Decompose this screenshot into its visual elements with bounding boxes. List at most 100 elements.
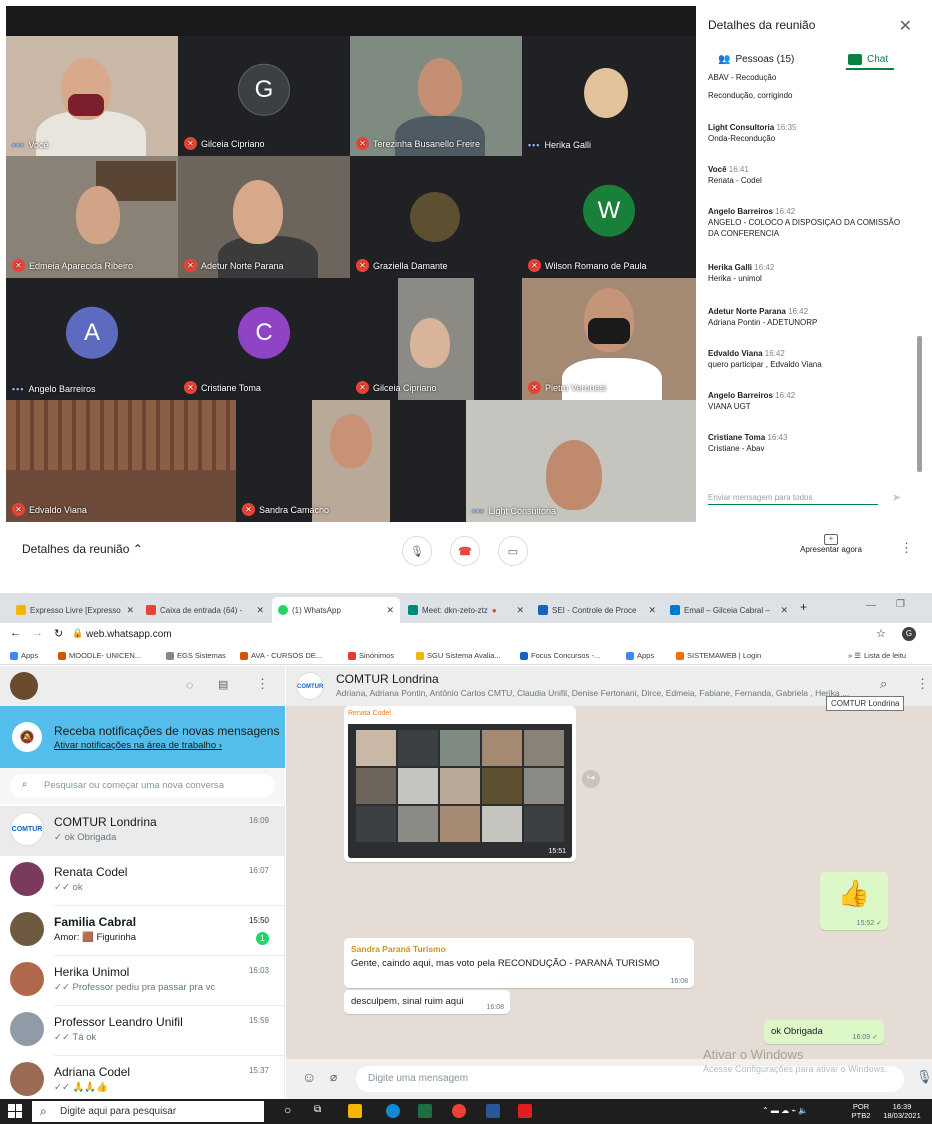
video-tile[interactable]: ✕ Sandra Camacho (236, 400, 466, 522)
cortana-icon[interactable]: ○ (284, 1103, 291, 1117)
browser-tab[interactable]: Expresso Livre [Expresso ✕ (10, 597, 140, 623)
back-icon[interactable]: ← (10, 627, 21, 639)
hangup-button[interactable]: ☎ (450, 536, 480, 566)
close-tab-icon[interactable]: ✕ (386, 605, 394, 616)
bookmark-item[interactable]: Focus Concursos -... (520, 651, 600, 660)
system-tray-icons[interactable]: ⌃ ▬ ☁ ⌁ 🔈 (762, 1106, 808, 1115)
image-message[interactable]: Renata Codel 15:51 (344, 706, 576, 862)
list-item[interactable]: Professor Leandro Unifil ✓✓ Tá ok 15:59 (0, 1006, 285, 1056)
browser-tab[interactable]: (1) WhatsApp ✕ (272, 597, 400, 623)
video-tile[interactable]: ••• Light Consultoria (466, 400, 696, 522)
clock[interactable]: POR PTB2 16:39 18/03/2021 (852, 1102, 926, 1120)
video-tile[interactable]: W ✕ Wilson Romano de Paula (522, 156, 696, 278)
new-tab-button[interactable]: + (800, 600, 807, 614)
bookmark-item[interactable]: Sinónimos (348, 651, 394, 660)
more-options-icon[interactable]: ⋮ (900, 540, 913, 556)
group-avatar: COMTUR (296, 672, 324, 700)
new-chat-icon[interactable]: ▤ (218, 678, 228, 691)
send-icon[interactable]: ➤ (892, 491, 901, 504)
video-tile[interactable]: ✕ Graziella Damante (350, 156, 522, 278)
forward-icon[interactable]: ↪ (582, 770, 600, 788)
search-input[interactable]: ⌕ Pesquisar ou começar uma nova conversa (10, 774, 275, 798)
list-item[interactable]: Herika Unimol ✓✓ Professor pediu pra pass… (0, 956, 285, 1006)
close-tab-icon[interactable]: ✕ (256, 605, 264, 616)
video-tile[interactable]: ✕ Edmeia Aparecida Ribeiro (6, 156, 178, 278)
search-icon[interactable]: ⌕ (880, 676, 887, 692)
notification-banner[interactable]: 🔕 Receba notificações de novas mensagens… (0, 706, 285, 768)
bookmark-item[interactable]: Apps (10, 651, 38, 660)
minimize-icon[interactable]: — (866, 600, 876, 611)
edge-icon[interactable] (386, 1104, 400, 1118)
emoji-icon[interactable]: ☺ (302, 1069, 316, 1085)
notif-link[interactable]: Ativar notificações na área de trabalho … (54, 740, 222, 751)
close-tab-icon[interactable]: ✕ (516, 605, 524, 616)
url-field[interactable]: web.whatsapp.com (86, 629, 172, 640)
video-tile[interactable]: ✕ Edvaldo Viana (6, 400, 236, 522)
forward-icon[interactable]: → (32, 627, 43, 639)
incoming-message[interactable]: desculpem, sinal ruim aqui 16:08 (344, 990, 510, 1014)
browser-tab[interactable]: SEI - Controle de Proce ✕ (532, 597, 662, 623)
video-tile[interactable]: A ••• Angelo Barreiros (6, 278, 178, 400)
bookmark-item[interactable]: SISTEMAWEB | Login (676, 651, 761, 660)
windows-start-icon[interactable] (8, 1104, 22, 1118)
close-icon[interactable]: ✕ (899, 16, 912, 36)
send-message-input[interactable]: Enviar mensagem para todos (708, 493, 878, 505)
acrobat-icon[interactable] (518, 1104, 532, 1118)
attach-icon[interactable]: ⌀ (330, 1070, 337, 1084)
taskbar-search[interactable]: ⌕ Digite aqui para pesquisar (32, 1101, 264, 1122)
message-time: 16:08 (670, 978, 688, 985)
bookmark-item[interactable]: AVA - CURSOS DE... (240, 651, 322, 660)
video-tile[interactable]: G ✕ Gilceia Cipriano (178, 36, 350, 156)
bookmark-item[interactable]: SGU Sistema Avalia... (416, 651, 501, 660)
close-tab-icon[interactable]: ✕ (648, 605, 656, 616)
video-tile[interactable]: ✕ Adetur Norte Parana (178, 156, 350, 278)
avatar[interactable] (10, 672, 38, 700)
chat-time: 16:42 (764, 349, 785, 358)
outgoing-message[interactable]: ok Obrigada 16:09 ✓ (764, 1020, 884, 1044)
task-view-icon[interactable]: ⧉ (314, 1104, 321, 1115)
tab-chat[interactable]: Chat (848, 54, 888, 65)
list-item[interactable]: Familia Cabral Amor: 🟫 Figurinha 15:50 1 (0, 906, 285, 956)
tooltip: COMTUR Londrina (826, 696, 905, 711)
status-icon[interactable]: ◌ (186, 678, 193, 692)
video-tile[interactable]: ✕ Terezinha Busanello Freire (350, 36, 522, 156)
chat-icon (848, 54, 862, 65)
word-icon[interactable] (486, 1104, 500, 1118)
reading-list[interactable]: » ☰ Lista de leitu (848, 651, 906, 660)
menu-icon[interactable]: ⋮ (256, 676, 269, 692)
bookmark-item[interactable]: Apps (626, 651, 654, 660)
video-tile[interactable]: ••• Herika Galli (522, 36, 696, 156)
restore-icon[interactable]: ❐ (896, 599, 905, 610)
camera-button[interactable]: ▭ (498, 536, 528, 566)
browser-tab[interactable]: Meet: dkn-zeto-ztz ● ✕ (402, 597, 530, 623)
scrollbar[interactable] (917, 336, 922, 472)
bookmark-item[interactable]: MOODLE- UNICEN... (58, 651, 141, 660)
video-tile[interactable]: C ✕ Cristiane Toma (178, 278, 350, 400)
whatsapp-icon (278, 605, 288, 615)
browser-tab[interactable]: Caixa de entrada (64) - ✕ (140, 597, 270, 623)
incoming-message[interactable]: Sandra Paraná Turismo Gente, caindo aqui… (344, 938, 694, 988)
recording-icon: ● (491, 605, 497, 615)
video-tile[interactable]: ✕ Pietro Veronesi (522, 278, 696, 400)
present-now-button[interactable]: + Apresentar agora (796, 534, 866, 554)
profile-avatar[interactable]: G (902, 627, 916, 641)
meeting-details-button[interactable]: Detalhes da reunião ⌃ (22, 542, 143, 556)
star-icon[interactable]: ☆ (876, 627, 886, 640)
browser-tab[interactable]: Email – Gilceia Cabral – ✕ (664, 597, 794, 623)
file-explorer-icon[interactable] (348, 1104, 362, 1118)
tab-people[interactable]: 👥 Pessoas (15) (718, 54, 794, 65)
list-item[interactable]: Renata Codel ✓✓ ok 16:07 (0, 856, 285, 906)
list-item[interactable]: COMTUR COMTUR Londrina ✓ ok Obrigada 16:09 (0, 806, 285, 856)
video-tile[interactable]: ••• Você (6, 36, 178, 156)
close-tab-icon[interactable]: ✕ (780, 605, 788, 616)
mic-button[interactable]: 🎙 (402, 536, 432, 566)
close-tab-icon[interactable]: ✕ (126, 605, 134, 616)
chrome-icon[interactable] (452, 1104, 466, 1118)
bookmark-item[interactable]: EGS Sistemas (166, 651, 226, 660)
microphone-icon[interactable]: 🎙 (916, 1069, 932, 1085)
menu-icon[interactable]: ⋮ (916, 676, 929, 692)
sticker-message[interactable]: 👍 15:52 ✓ (820, 872, 888, 930)
video-tile[interactable]: ✕ Gilceia Cipriano (350, 278, 522, 400)
reload-icon[interactable]: ↻ (54, 627, 63, 640)
excel-icon[interactable] (418, 1104, 432, 1118)
